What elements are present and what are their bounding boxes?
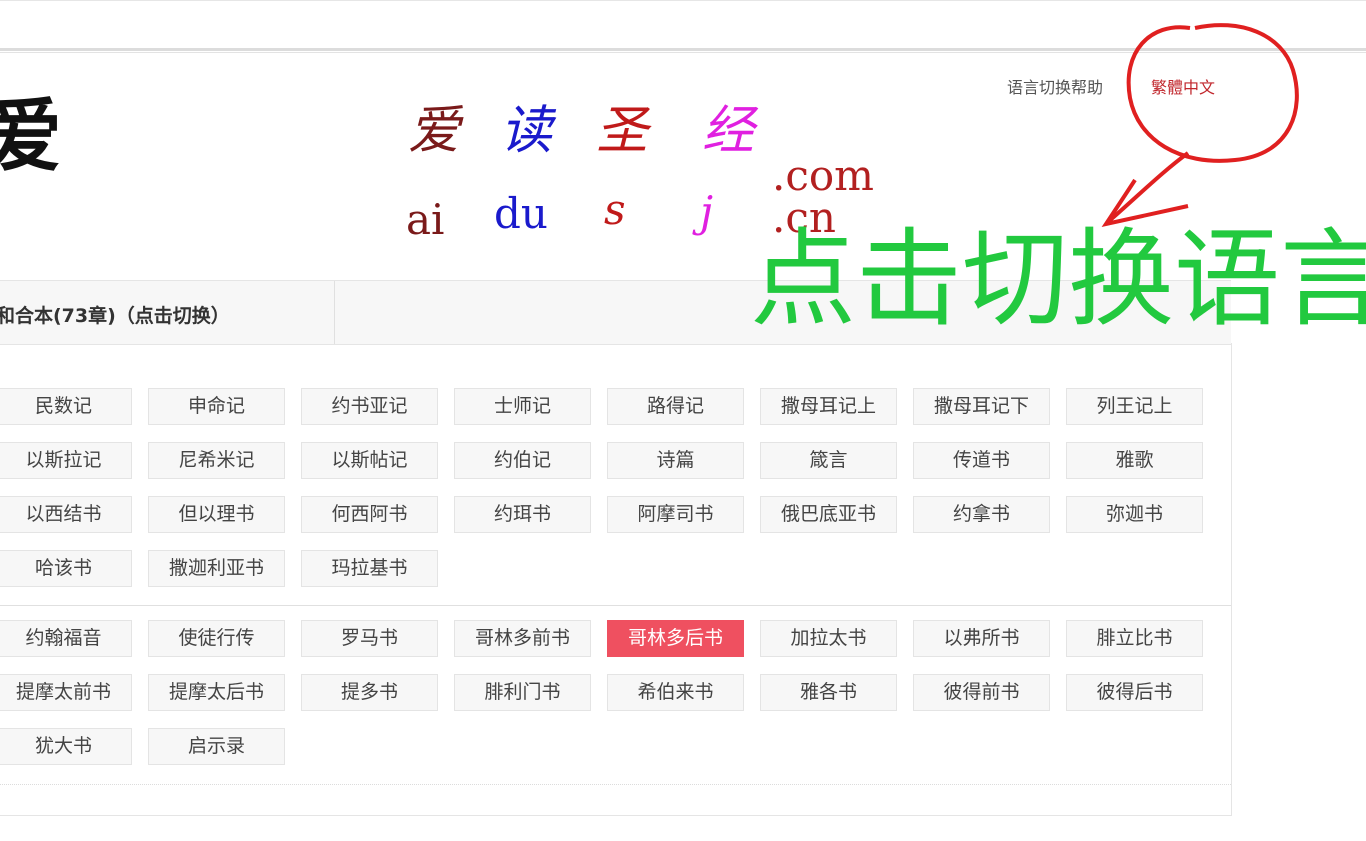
ot-book-button[interactable]: 俄巴底亚书: [760, 496, 897, 533]
ot-book-button[interactable]: 士师记: [454, 388, 591, 425]
nt-book-button[interactable]: 罗马书: [301, 620, 438, 657]
ot-book-button[interactable]: 撒迦利亚书: [148, 550, 285, 587]
ot-book-button[interactable]: 以斯帖记: [301, 442, 438, 479]
nt-book-button[interactable]: 提多书: [301, 674, 438, 711]
ot-book-button[interactable]: 以斯拉记: [0, 442, 132, 479]
ot-book-button[interactable]: 约书亚记: [301, 388, 438, 425]
ot-book-button[interactable]: 诗篇: [607, 442, 744, 479]
nt-book-button[interactable]: 腓利门书: [454, 674, 591, 711]
logo-char-jing: 经: [702, 101, 755, 161]
ot-book-button[interactable]: 约伯记: [454, 442, 591, 479]
ot-book-button[interactable]: 列王记上: [1066, 388, 1203, 425]
logo-pinyin-s: s: [604, 185, 626, 234]
ot-book-button[interactable]: 路得记: [607, 388, 744, 425]
nt-book-button[interactable]: 使徒行传: [148, 620, 285, 657]
header-divider: [0, 52, 1366, 53]
annotation-text: 点击切换语言: [750, 218, 1366, 341]
nt-book-button[interactable]: 彼得前书: [913, 674, 1050, 711]
ot-book-button[interactable]: 申命记: [148, 388, 285, 425]
ot-book-button[interactable]: 何西阿书: [301, 496, 438, 533]
nt-book-button[interactable]: 腓立比书: [1066, 620, 1203, 657]
nt-book-button[interactable]: 提摩太前书: [0, 674, 132, 711]
ot-book-button[interactable]: 撒母耳记下: [913, 388, 1050, 425]
ot-book-button[interactable]: 传道书: [913, 442, 1050, 479]
ot-book-button[interactable]: 箴言: [760, 442, 897, 479]
logo-pinyin-du: du: [494, 189, 548, 238]
ot-book-button[interactable]: 哈该书: [0, 550, 132, 587]
ot-book-button[interactable]: 约拿书: [913, 496, 1050, 533]
logo-char-ai: 爱: [408, 101, 461, 161]
ot-book-button[interactable]: 约珥书: [454, 496, 591, 533]
ot-book-button[interactable]: 尼希米记: [148, 442, 285, 479]
logo-char-du: 读: [500, 101, 553, 161]
ot-book-button[interactable]: 但以理书: [148, 496, 285, 533]
logo-char-sheng: 圣: [596, 101, 649, 161]
nt-book-button[interactable]: 提摩太后书: [148, 674, 285, 711]
nt-book-button[interactable]: 犹大书: [0, 728, 132, 765]
nt-book-button[interactable]: 希伯来书: [607, 674, 744, 711]
nt-book-button[interactable]: 哥林多后书: [607, 620, 744, 657]
logo-domain-com: .com: [772, 151, 874, 200]
ot-book-button[interactable]: 玛拉基书: [301, 550, 438, 587]
version-selector-tab[interactable]: 和合本(73章)（点击切换）: [0, 281, 335, 344]
new-testament-books: 约翰福音 使徒行传 罗马书 哥林多前书 哥林多后书 加拉太书 以弗所书 腓立比书提摩太前书 提摩…: [0, 606, 1231, 785]
version-label: 和合本(73章)（点击切换）: [0, 305, 230, 327]
ot-book-button[interactable]: 以西结书: [0, 496, 132, 533]
nt-book-button[interactable]: 彼得后书: [1066, 674, 1203, 711]
ot-book-button[interactable]: 雅歌: [1066, 442, 1203, 479]
nt-book-button[interactable]: 约翰福音: [0, 620, 132, 657]
nt-book-button[interactable]: 哥林多前书: [454, 620, 591, 657]
traditional-chinese-link[interactable]: 繁體中文: [1151, 74, 1215, 98]
logo-pinyin-j: j: [700, 187, 714, 236]
nt-book-button[interactable]: 雅各书: [760, 674, 897, 711]
ot-book-button[interactable]: 阿摩司书: [607, 496, 744, 533]
ot-book-button[interactable]: 民数记: [0, 388, 132, 425]
annotation-arrow-shaft: [1106, 151, 1190, 224]
browser-top-bar: [0, 0, 1366, 51]
nt-book-button[interactable]: 启示录: [148, 728, 285, 765]
nt-book-button[interactable]: 以弗所书: [913, 620, 1050, 657]
ot-book-button[interactable]: 撒母耳记上: [760, 388, 897, 425]
nt-book-button[interactable]: 加拉太书: [760, 620, 897, 657]
logo-pinyin-ai: ai: [406, 195, 445, 244]
old-testament-books: 民数记 申命记 约书亚记 士师记 路得记 撒母耳记上 撒母耳记下 列王记上以斯拉记 尼希米记 以斯…: [0, 343, 1231, 606]
language-help-link[interactable]: 语言切换帮助: [1007, 74, 1103, 98]
ot-book-button[interactable]: 弥迦书: [1066, 496, 1203, 533]
left-logo-partial: 爱: [0, 89, 62, 183]
books-panel: 民数记 申命记 约书亚记 士师记 路得记 撒母耳记上 撒母耳记下 列王记上以斯拉记 尼希米记 以斯…: [0, 343, 1232, 816]
